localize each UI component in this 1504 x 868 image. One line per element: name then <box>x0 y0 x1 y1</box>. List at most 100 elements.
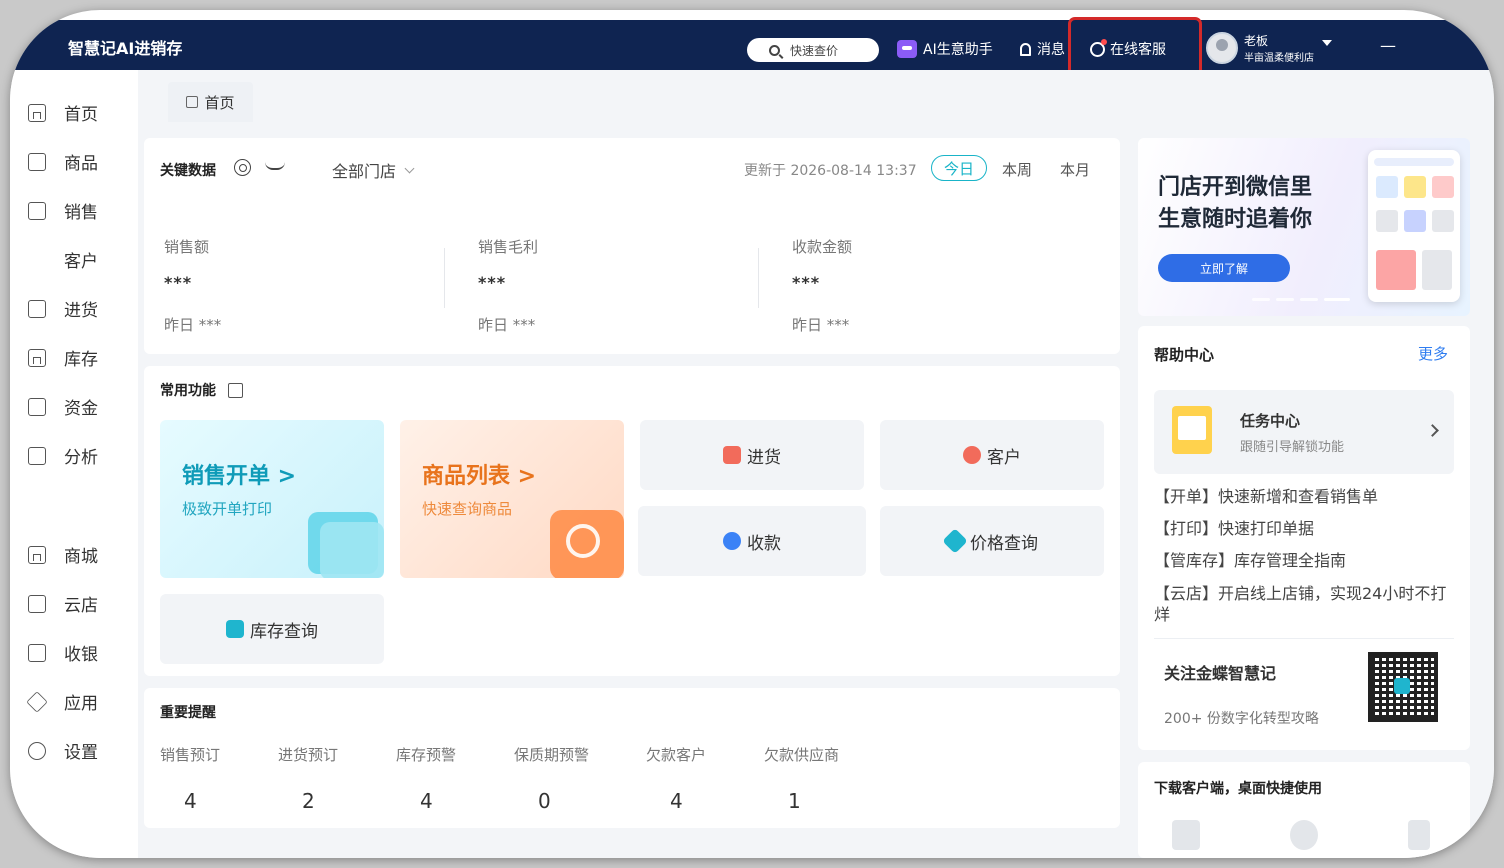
period-week-button[interactable]: 本周 <box>1002 159 1032 180</box>
sidebar-item-cashier[interactable]: 收银 <box>28 640 98 665</box>
help-more-link[interactable]: 更多 <box>1418 343 1448 364</box>
price-query-tile[interactable]: 价格查询 <box>880 506 1104 576</box>
purchase-icon <box>723 446 741 464</box>
reminder-count: 2 <box>302 789 315 813</box>
reminder-owing-suppliers[interactable]: 欠款供应商 1 <box>764 744 874 813</box>
avatar <box>1206 32 1238 64</box>
receipt-tile[interactable]: 收款 <box>638 506 866 576</box>
purchase-tile[interactable]: 进货 <box>640 420 864 490</box>
apps-icon <box>26 690 48 713</box>
reminder-owing-customers[interactable]: 欠款客户 4 <box>646 744 756 813</box>
messages-button[interactable]: 消息 <box>1020 39 1065 59</box>
sidebar-item-mall[interactable]: 商城 <box>28 542 98 567</box>
period-today-button[interactable]: 今日 <box>931 155 987 181</box>
tab-home[interactable]: 首页 <box>168 82 253 122</box>
sidebar-item-label: 分析 <box>64 448 98 468</box>
metric-value: *** <box>478 273 507 292</box>
reminder-stock-warning[interactable]: 库存预警 4 <box>396 744 506 813</box>
period-month-button[interactable]: 本月 <box>1060 159 1090 180</box>
user-menu[interactable]: 老板 半亩温柔便利店 <box>1206 32 1332 64</box>
search-icon <box>769 44 780 56</box>
tablet-icon[interactable] <box>1408 820 1430 850</box>
sidebar: 首页 商品 销售 客户 进货 库存 资金 分析 商城 云店 收银 应用 设置 <box>10 70 1242 858</box>
eye-hidden-icon[interactable] <box>265 162 285 170</box>
help-link[interactable]: 【开单】快速新增和查看销售单 <box>1154 486 1454 507</box>
carousel-dot[interactable] <box>1276 298 1294 301</box>
carousel-dot-active[interactable] <box>1324 298 1350 301</box>
promo-banner[interactable]: 门店开到微信里 生意随时追着你 立即了解 <box>1138 138 1470 316</box>
sidebar-item-label: 收银 <box>64 645 98 665</box>
metric-sales: 销售额 *** 昨日 *** <box>164 236 464 335</box>
sidebar-item-label: 云店 <box>64 596 98 616</box>
sidebar-item-home[interactable]: 首页 <box>28 100 98 125</box>
minimize-button[interactable]: — <box>1380 36 1396 55</box>
store-select[interactable]: 全部门店 <box>332 158 415 182</box>
main-content: 首页 关键数据 全部门店 更新于 2026-08-14 13:37 今日 本周 … <box>138 70 1494 858</box>
product-thumb <box>1432 210 1454 232</box>
sidebar-item-settings[interactable]: 设置 <box>28 738 98 763</box>
cashier-icon <box>28 643 46 662</box>
sidebar-item-goods[interactable]: 商品 <box>28 149 98 174</box>
sidebar-item-inventory[interactable]: 库存 <box>28 345 98 370</box>
sidebar-item-funds[interactable]: 资金 <box>28 394 98 419</box>
task-center-item[interactable]: 任务中心 跟随引导解锁功能 <box>1154 390 1454 474</box>
product-thumb <box>1404 176 1426 198</box>
common-functions-card: 常用功能 销售开单 > 极致开单打印 商品列表 > 快速查询商品 进货 客户 收… <box>144 366 1120 676</box>
sidebar-item-customer[interactable]: 客户 <box>28 247 1242 281</box>
metric-receipts: 收款金额 *** 昨日 *** <box>792 236 1092 335</box>
sidebar-item-apps[interactable]: 应用 <box>26 689 98 714</box>
divider <box>1154 638 1454 639</box>
home-icon <box>186 96 199 108</box>
key-data-card: 关键数据 全部门店 更新于 2026-08-14 13:37 今日 本周 本月 … <box>144 138 1120 354</box>
customer-tile[interactable]: 客户 <box>880 420 1104 490</box>
learn-more-button[interactable]: 立即了解 <box>1158 254 1290 282</box>
banner-line-1: 门店开到微信里 <box>1158 175 1313 200</box>
task-center-subtitle: 跟随引导解锁功能 <box>1240 440 1345 455</box>
metric-label: 销售额 <box>164 238 210 256</box>
purchase-label: 进货 <box>747 447 781 468</box>
carousel-dot[interactable] <box>1252 298 1270 301</box>
settings-icon[interactable] <box>234 159 251 176</box>
reminder-sales-preorder[interactable]: 销售预订 4 <box>160 744 270 813</box>
sidebar-item-analysis[interactable]: 分析 <box>28 443 98 468</box>
stock-query-tile[interactable]: 库存查询 <box>160 594 384 664</box>
app-window: 智慧记AI进销存 快速查价 AI生意助手 消息 在线客服 老板 半亩温柔便利店 <box>10 10 1494 858</box>
sidebar-item-cloud-store[interactable]: 云店 <box>28 591 98 616</box>
receipt-label: 收款 <box>747 533 781 554</box>
carousel-dots[interactable] <box>1252 298 1356 301</box>
sales-order-title: 销售开单 > <box>182 464 297 489</box>
divider <box>444 248 445 308</box>
quick-price-search-button[interactable]: 快速查价 <box>747 38 879 62</box>
windows-icon[interactable] <box>1172 820 1200 850</box>
apple-icon[interactable] <box>1290 820 1318 850</box>
ai-assistant-button[interactable]: AI生意助手 <box>897 39 993 59</box>
edit-icon[interactable] <box>228 382 243 398</box>
gear-icon <box>28 741 46 760</box>
sidebar-item-purchase[interactable]: 进货 <box>28 296 98 321</box>
metric-label: 收款金额 <box>792 238 853 256</box>
sales-order-tile[interactable]: 销售开单 > 极致开单打印 <box>160 420 384 578</box>
help-link[interactable]: 【打印】快速打印单据 <box>1154 518 1454 539</box>
store-select-value: 全部门店 <box>332 162 397 181</box>
chart-icon <box>28 446 46 465</box>
help-center-card: 帮助中心 更多 任务中心 跟随引导解锁功能 【开单】快速新增和查看销售单 【打印… <box>1138 326 1470 750</box>
reminders-title: 重要提醒 <box>160 705 216 721</box>
reminder-count: 4 <box>184 789 197 813</box>
product-thumb <box>1432 176 1454 198</box>
sidebar-item-sales[interactable]: 销售 <box>28 198 98 223</box>
document-icon <box>320 522 384 578</box>
reminder-count: 4 <box>420 789 433 813</box>
sidebar-item-label: 首页 <box>64 105 98 125</box>
help-link[interactable]: 【管库存】库存管理全指南 <box>1154 550 1454 571</box>
purchase-icon <box>28 299 46 318</box>
goods-list-tile[interactable]: 商品列表 > 快速查询商品 <box>400 420 624 578</box>
sidebar-item-label: 客户 <box>64 252 98 272</box>
user-info: 老板 半亩温柔便利店 <box>1244 32 1314 64</box>
sidebar-item-label: 应用 <box>64 694 98 714</box>
product-thumb <box>1376 176 1398 198</box>
reminder-purchase-preorder[interactable]: 进货预订 2 <box>278 744 388 813</box>
help-link[interactable]: 【云店】开启线上店铺，实现24小时不打烊 <box>1154 583 1454 625</box>
carousel-dot[interactable] <box>1300 298 1318 301</box>
reminder-expiry-warning[interactable]: 保质期预警 0 <box>514 744 624 813</box>
magnifier-icon <box>566 524 600 558</box>
